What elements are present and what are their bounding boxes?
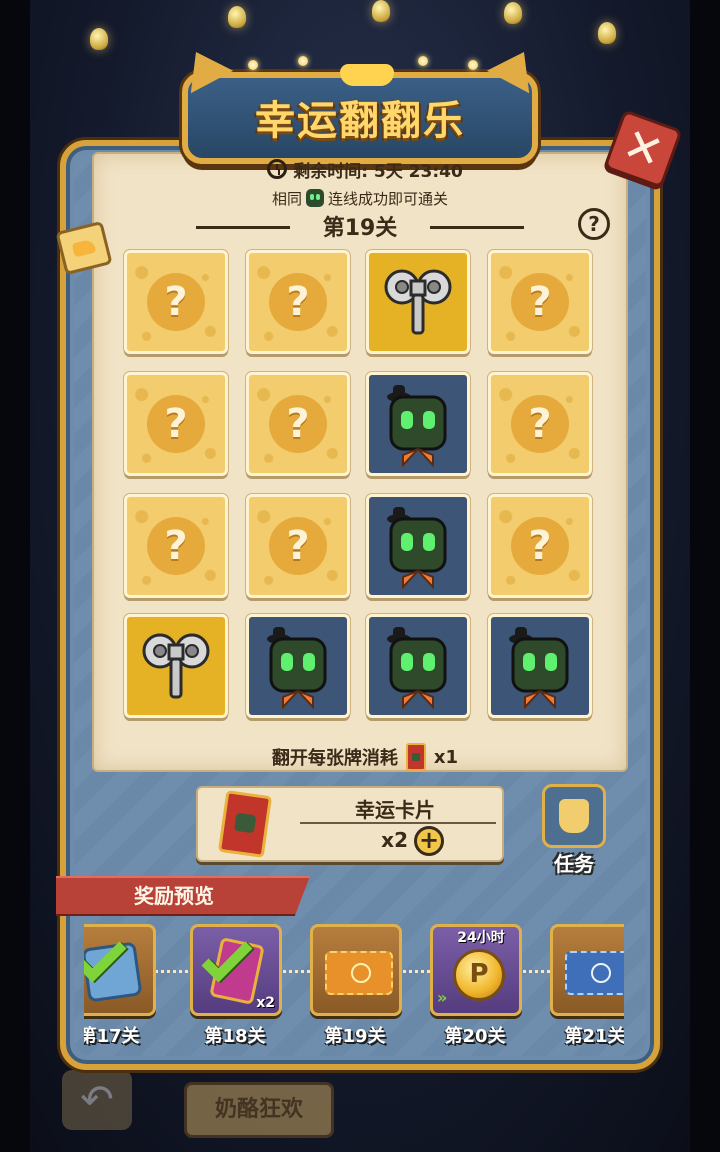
robot-face-icon (387, 507, 447, 590)
gold-ticket-icon (325, 951, 393, 995)
reward-level-label: 第17关 (84, 1026, 140, 1047)
rule-text-after: 连线成功即可通关 (328, 189, 449, 208)
duration-tag: 24小时 (457, 930, 505, 946)
card-back[interactable]: ? (246, 494, 350, 598)
card-back[interactable]: ? (124, 494, 228, 598)
reward-track[interactable]: 第17关 x2 第18关 第19关 24小时 P » 第20关 第21关 (84, 914, 624, 1054)
rule-text: 相同 连线成功即可通关 (240, 186, 480, 210)
lucky-card-icon (217, 790, 273, 858)
connector (150, 970, 194, 973)
divider (196, 226, 290, 229)
reward-level-label: 第18关 (204, 1026, 266, 1047)
gold-coin-icon: P (453, 949, 505, 1001)
reward-qty: x2 (256, 995, 275, 1011)
light-bulb-icon (372, 0, 390, 22)
wind-up-key-icon (384, 269, 452, 335)
card-robot[interactable] (246, 614, 350, 718)
reward-item[interactable]: 24小时 P » (430, 924, 522, 1016)
card-key[interactable] (366, 250, 470, 354)
card-robot[interactable] (488, 614, 592, 718)
title-banner: 幸运翻翻乐 (174, 40, 546, 164)
left-edge (0, 0, 30, 1152)
robot-face-icon (267, 627, 327, 710)
rule-text-before: 相同 (271, 189, 302, 208)
wind-up-key-icon (142, 633, 210, 699)
task-icon (542, 784, 606, 848)
marquee-bulb-icon (418, 56, 428, 66)
light-bulb-icon (598, 22, 616, 44)
timer-text: 剩余时间: 5天 23:40 (293, 161, 463, 182)
question-mark-icon: ? (511, 517, 569, 575)
cheese-drip-icon (340, 64, 394, 86)
marquee-bulb-icon (468, 60, 478, 70)
card-back[interactable]: ? (124, 250, 228, 354)
marquee-bulb-icon (298, 56, 308, 66)
task-label: 任务 (554, 852, 594, 876)
question-mark-icon: ? (147, 395, 205, 453)
lucky-card-label: 幸运卡片 (355, 798, 435, 822)
question-mark-icon: ? (269, 395, 327, 453)
robot-face-icon (387, 385, 447, 468)
card-robot[interactable] (366, 372, 470, 476)
marquee-bulb-icon (248, 60, 258, 70)
robot-icon (306, 189, 324, 207)
flip-cost-text: 翻开每张牌消耗 (271, 748, 398, 769)
question-mark-icon: ? (511, 273, 569, 331)
reward-item[interactable] (550, 924, 624, 1016)
robot-face-icon (387, 627, 447, 710)
reward-level-label: 第19关 (324, 1026, 386, 1047)
card-back[interactable]: ? (488, 250, 592, 354)
light-bulb-icon (228, 6, 246, 28)
reward-level-label: 第20关 (444, 1026, 506, 1047)
robot-face-icon (509, 627, 569, 710)
card-back[interactable]: ? (246, 372, 350, 476)
question-mark-icon: ? (147, 517, 205, 575)
card-robot[interactable] (366, 614, 470, 718)
face-icon (591, 963, 611, 983)
divider (300, 822, 496, 824)
card-back[interactable]: ? (246, 250, 350, 354)
light-bulb-icon (90, 28, 108, 50)
back-arrow-icon: ↶ (62, 1070, 132, 1130)
reward-item[interactable] (84, 924, 156, 1016)
help-icon[interactable]: ? (578, 208, 610, 240)
event-name-label: 奶酪狂欢 (184, 1082, 334, 1138)
divider (430, 226, 524, 229)
card-back[interactable]: ? (488, 372, 592, 476)
task-button[interactable]: 任务 (538, 784, 610, 880)
card-robot[interactable] (366, 494, 470, 598)
card-back[interactable]: ? (124, 372, 228, 476)
light-bulb-icon (504, 2, 522, 24)
question-mark-icon: ? (269, 517, 327, 575)
reward-item[interactable] (310, 924, 402, 1016)
flip-cost: 翻开每张牌消耗 x1 (240, 742, 490, 772)
lucky-card-icon (405, 743, 426, 771)
level-title: 第19关 (322, 216, 398, 241)
blue-ticket-icon (565, 951, 624, 995)
add-lucky-card-button[interactable]: + (414, 826, 444, 856)
right-edge (690, 0, 720, 1152)
clock-icon (267, 159, 288, 179)
question-mark-icon: ? (147, 273, 205, 331)
timer: 剩余时间: 5天 23:40 (240, 156, 490, 182)
fast-forward-icon: » (437, 988, 448, 1007)
page-title: 幸运翻翻乐 (255, 98, 465, 144)
flip-cost-qty: x1 (433, 746, 459, 768)
reward-level-label: 第21关 (564, 1026, 624, 1047)
card-back[interactable]: ? (488, 494, 592, 598)
question-mark-icon: ? (511, 395, 569, 453)
lucky-card-count: x2 (381, 828, 408, 852)
reward-preview-title: 奖励预览 (134, 884, 214, 908)
card-key[interactable] (124, 614, 228, 718)
face-icon (351, 963, 371, 983)
question-mark-icon: ? (269, 273, 327, 331)
reward-item[interactable]: x2 (190, 924, 282, 1016)
